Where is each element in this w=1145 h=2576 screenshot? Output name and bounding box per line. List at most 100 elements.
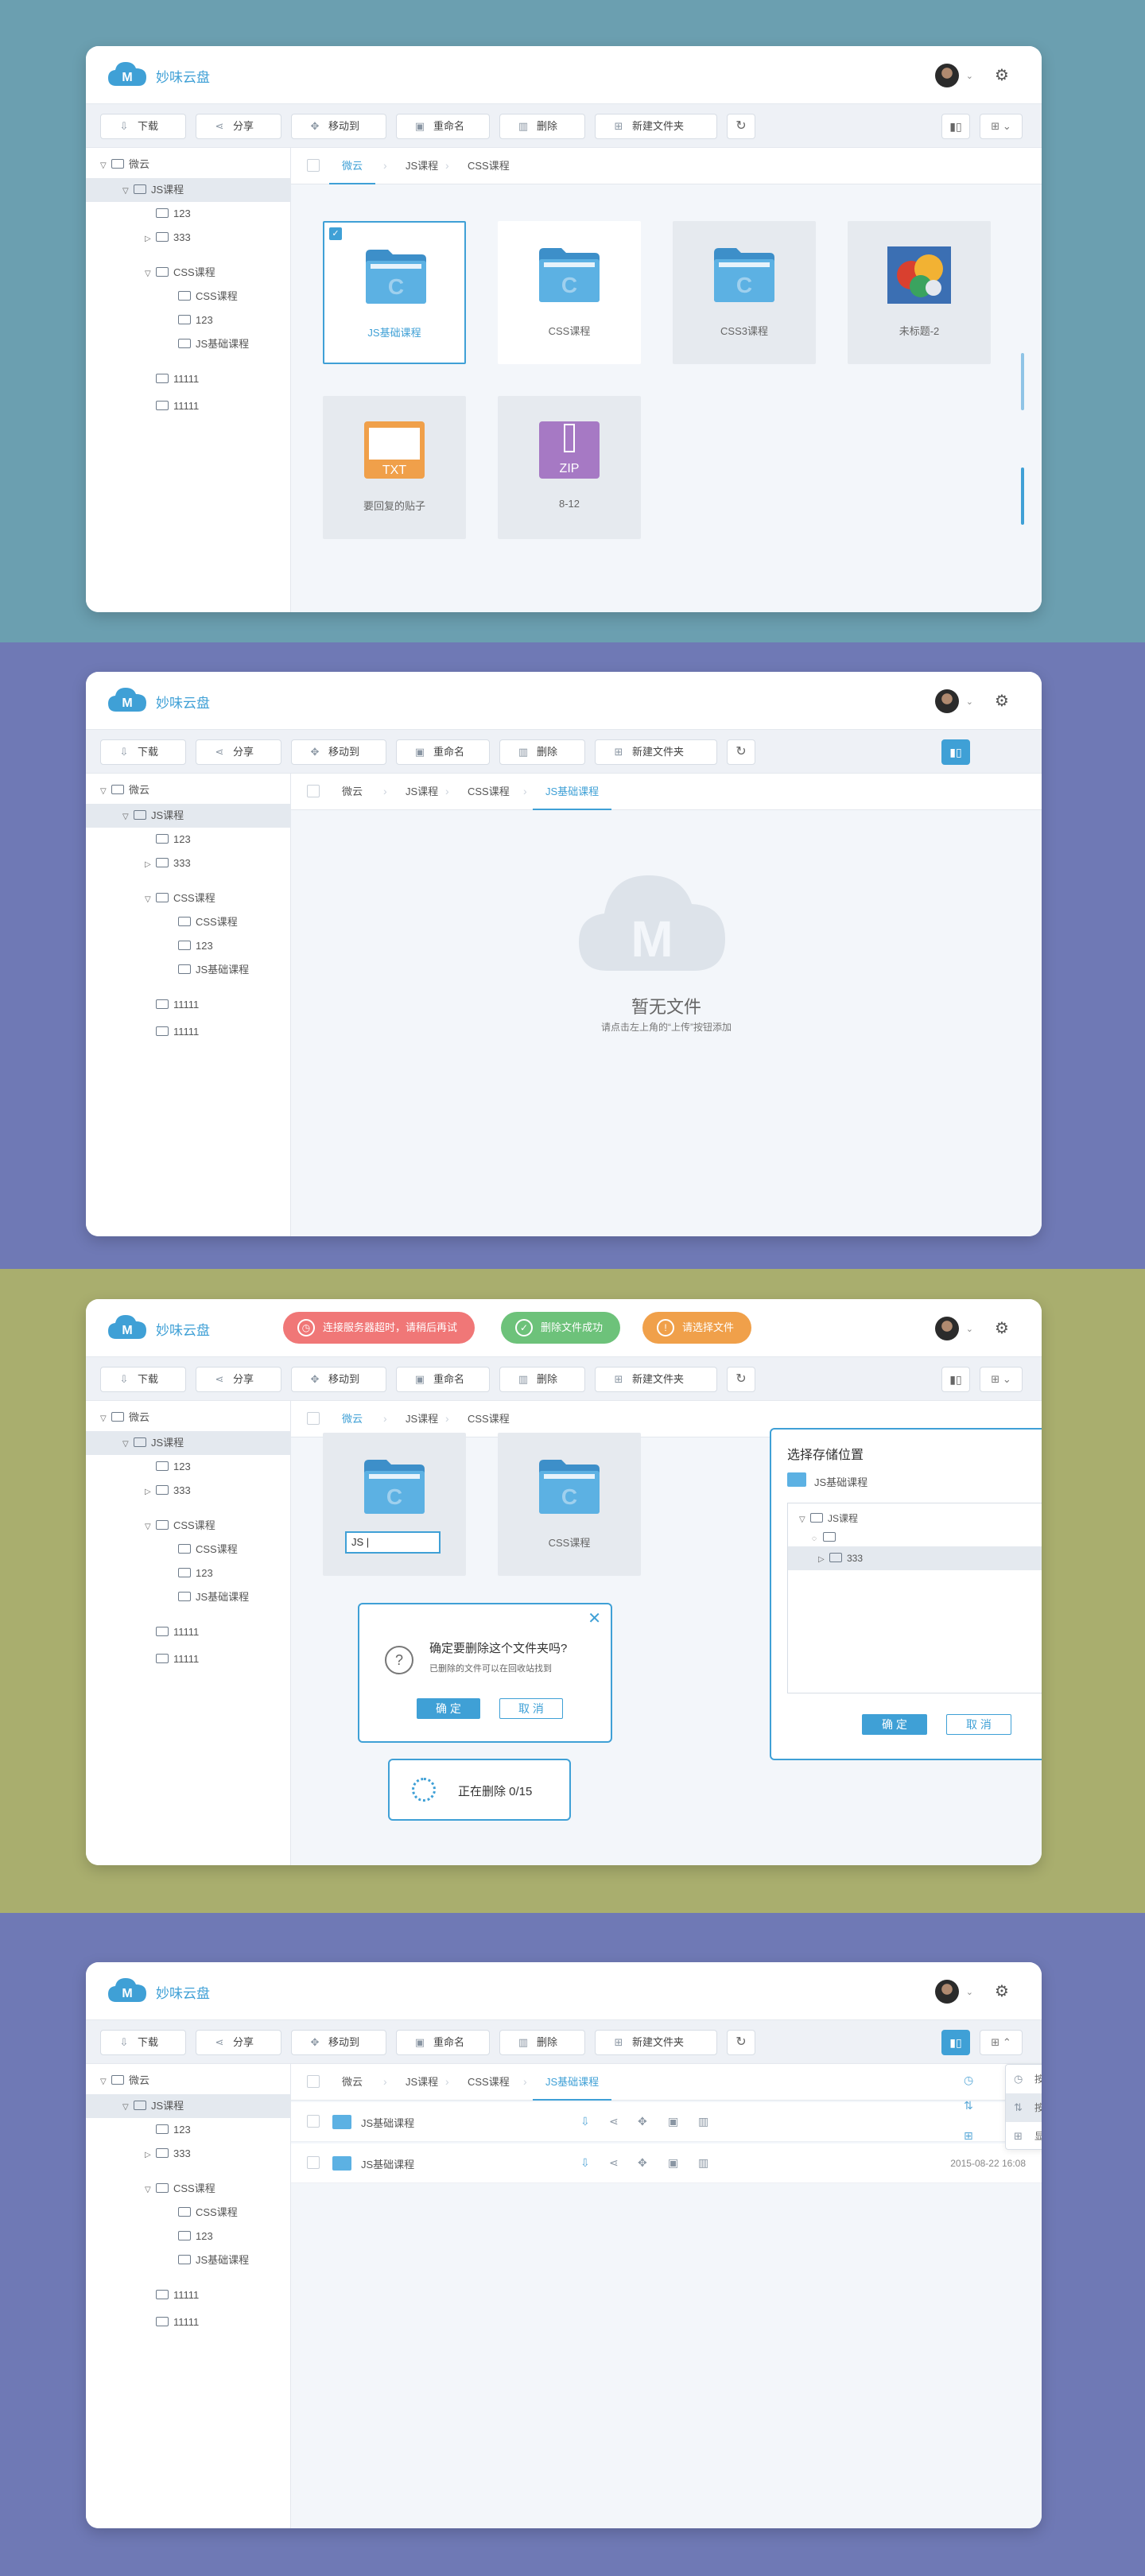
trash-icon[interactable]: ▥ [698, 2115, 708, 2128]
table-row[interactable]: JS基础课程 ⇩ ⋖ ✥ ▣ ▥ [291, 2102, 1042, 2142]
chevron-down-icon[interactable]: ⌄ [966, 1324, 973, 1334]
table-row[interactable]: JS基础课程 ⇩ ⋖ ✥ ▣ ▥ 2015-08-22 16:08 [291, 2143, 1042, 2183]
crumb-item[interactable]: JS课程 [393, 2064, 451, 2101]
tree-item-11111-b[interactable]: 11111 [86, 1647, 291, 1671]
tree-item-css[interactable]: ▽ CSS课程 [86, 261, 291, 285]
tree-item-js[interactable]: ▽ JS课程 [86, 178, 291, 202]
tree-item-11111-a[interactable]: 11111 [86, 367, 291, 391]
select-all-checkbox[interactable] [307, 159, 320, 172]
tree-item-css-js[interactable]: JS基础课程 [86, 958, 291, 982]
download-button[interactable]: ⇩ 下载 [100, 2030, 186, 2055]
delete-button[interactable]: ▥ 删除 [499, 114, 585, 139]
new-folder-button[interactable]: ⊞ 新建文件夹 [595, 114, 717, 139]
select-all-checkbox[interactable] [307, 1412, 320, 1425]
detail-view-button[interactable]: ▮▯ [941, 739, 970, 765]
crumb-item[interactable]: 微云 [329, 148, 376, 184]
cloud-download-icon[interactable]: ⇩ [580, 2115, 590, 2128]
check-icon[interactable]: ✓ [329, 227, 342, 240]
tree-item-css-css[interactable]: CSS课程 [86, 2201, 291, 2225]
cloud-download-icon[interactable]: ⇩ [580, 2156, 590, 2170]
chevron-down-icon[interactable]: ⌄ [966, 1987, 973, 1997]
tree-item-11111-b[interactable]: 11111 [86, 1020, 291, 1044]
tree-item-css-123[interactable]: 123 [86, 934, 291, 958]
file-tile[interactable]: 未标题-2 [848, 221, 991, 364]
close-icon[interactable]: ✕ [588, 1611, 601, 1627]
move-ok-button[interactable]: 确 定 [862, 1714, 927, 1735]
trash-icon[interactable]: ▥ [698, 2156, 708, 2170]
tree-item-css-js[interactable]: JS基础课程 [86, 1585, 291, 1609]
menu-item-by-time[interactable]: ◷按时间排序 [1006, 2065, 1042, 2093]
tree-item-123[interactable]: 123 [86, 2118, 291, 2142]
share-button[interactable]: ⋖ 分享 [196, 739, 281, 765]
detail-view-button[interactable]: ▮▯ [941, 2030, 970, 2055]
gear-icon[interactable]: ⚙ [992, 692, 1011, 711]
file-tile[interactable]: C CSS3课程 [673, 221, 816, 364]
chevron-down-icon[interactable]: ⌄ [966, 71, 973, 81]
rename-button[interactable]: ▣ 重命名 [396, 1367, 490, 1392]
rename-icon[interactable]: ▣ [668, 2115, 678, 2128]
move-cancel-button[interactable]: 取 消 [946, 1714, 1011, 1735]
avatar[interactable] [935, 689, 959, 713]
tree-item-css-123[interactable]: 123 [86, 2225, 291, 2248]
tree-item-css-123[interactable]: 123 [86, 308, 291, 332]
tree-item-css-css[interactable]: CSS课程 [86, 910, 291, 934]
menu-item-thumbnail[interactable]: ⊞显示缩略图 [1006, 2122, 1042, 2151]
file-tile[interactable]: ZIP 8-12 [498, 396, 641, 539]
share-button[interactable]: ⋖ 分享 [196, 114, 281, 139]
tree-item-123[interactable]: 123 [86, 202, 291, 226]
tree-item-root[interactable]: ▽ 微云 [86, 778, 291, 802]
tree-item-123[interactable]: 123 [86, 828, 291, 852]
file-tile[interactable]: C CSS课程 [498, 1433, 641, 1576]
move-tree-333[interactable]: ▷ 333 [788, 1546, 1042, 1570]
tree-item-css[interactable]: ▽ CSS课程 [86, 886, 291, 910]
rename-button[interactable]: ▣ 重命名 [396, 739, 490, 765]
tree-item-css[interactable]: ▽ CSS课程 [86, 1514, 291, 1538]
rename-button[interactable]: ▣ 重命名 [396, 114, 490, 139]
grid-icon[interactable]: ⊞ [964, 2129, 973, 2143]
move-button[interactable]: ✥ 移动到 [291, 114, 386, 139]
chevron-down-icon[interactable]: ⌄ [966, 696, 973, 707]
tree-item-11111-b[interactable]: 11111 [86, 2310, 291, 2334]
tree-item-333[interactable]: ▷ 333 [86, 2142, 291, 2166]
clock-icon[interactable]: ◷ [964, 2074, 973, 2087]
gear-icon[interactable]: ⚙ [992, 1319, 1011, 1338]
tree-item-js[interactable]: ▽ JS课程 [86, 1431, 291, 1455]
menu-item-by-alpha[interactable]: ⇅按字母排序 [1006, 2093, 1042, 2122]
new-folder-button[interactable]: ⊞ 新建文件夹 [595, 2030, 717, 2055]
tree-item-root[interactable]: ▽ 微云 [86, 1406, 291, 1430]
tree-item-css-css[interactable]: CSS课程 [86, 285, 291, 308]
share-button[interactable]: ⋖ 分享 [196, 1367, 281, 1392]
sort-icon[interactable]: ⇅ [964, 2099, 973, 2112]
new-folder-button[interactable]: ⊞ 新建文件夹 [595, 1367, 717, 1392]
rename-button[interactable]: ▣ 重命名 [396, 2030, 490, 2055]
select-all-checkbox[interactable] [307, 2075, 320, 2088]
confirm-ok-button[interactable]: 确 定 [417, 1698, 480, 1719]
detail-view-button[interactable]: ▮▯ [941, 114, 970, 139]
tree-item-css-123[interactable]: 123 [86, 1562, 291, 1585]
file-tile-renaming[interactable]: C JS | [323, 1433, 466, 1576]
delete-button[interactable]: ▥ 删除 [499, 2030, 585, 2055]
tree-item-333[interactable]: ▷ 333 [86, 1479, 291, 1503]
scrollbar-top[interactable] [1021, 353, 1024, 410]
move-icon[interactable]: ✥ [638, 2115, 647, 2128]
crumb-item[interactable]: JS基础课程 [533, 2064, 612, 2101]
crumb-item[interactable]: JS课程 [393, 774, 451, 810]
sort-menu-button[interactable]: ⊞ ⌃ [980, 2030, 1023, 2055]
download-button[interactable]: ⇩ 下载 [100, 114, 186, 139]
refresh-button[interactable]: ↻ [727, 739, 755, 765]
share-icon[interactable]: ⋖ [609, 2156, 619, 2170]
crumb-item[interactable]: JS基础课程 [533, 774, 612, 810]
crumb-item[interactable]: CSS课程 [455, 774, 522, 810]
tree-item-css[interactable]: ▽ CSS课程 [86, 2177, 291, 2201]
row-checkbox[interactable] [307, 2115, 320, 2128]
tree-item-11111-a[interactable]: 11111 [86, 1620, 291, 1644]
download-button[interactable]: ⇩ 下载 [100, 739, 186, 765]
tree-item-css-css[interactable]: CSS课程 [86, 1538, 291, 1562]
rename-input[interactable]: JS | [345, 1531, 441, 1554]
tree-item-js[interactable]: ▽ JS课程 [86, 804, 291, 828]
refresh-button[interactable]: ↻ [727, 1367, 755, 1392]
share-icon[interactable]: ⋖ [609, 2115, 619, 2128]
gear-icon[interactable]: ⚙ [992, 66, 1011, 85]
tree-item-root[interactable]: ▽ 微云 [86, 2069, 291, 2093]
crumb-item[interactable]: 微云 [329, 774, 375, 810]
